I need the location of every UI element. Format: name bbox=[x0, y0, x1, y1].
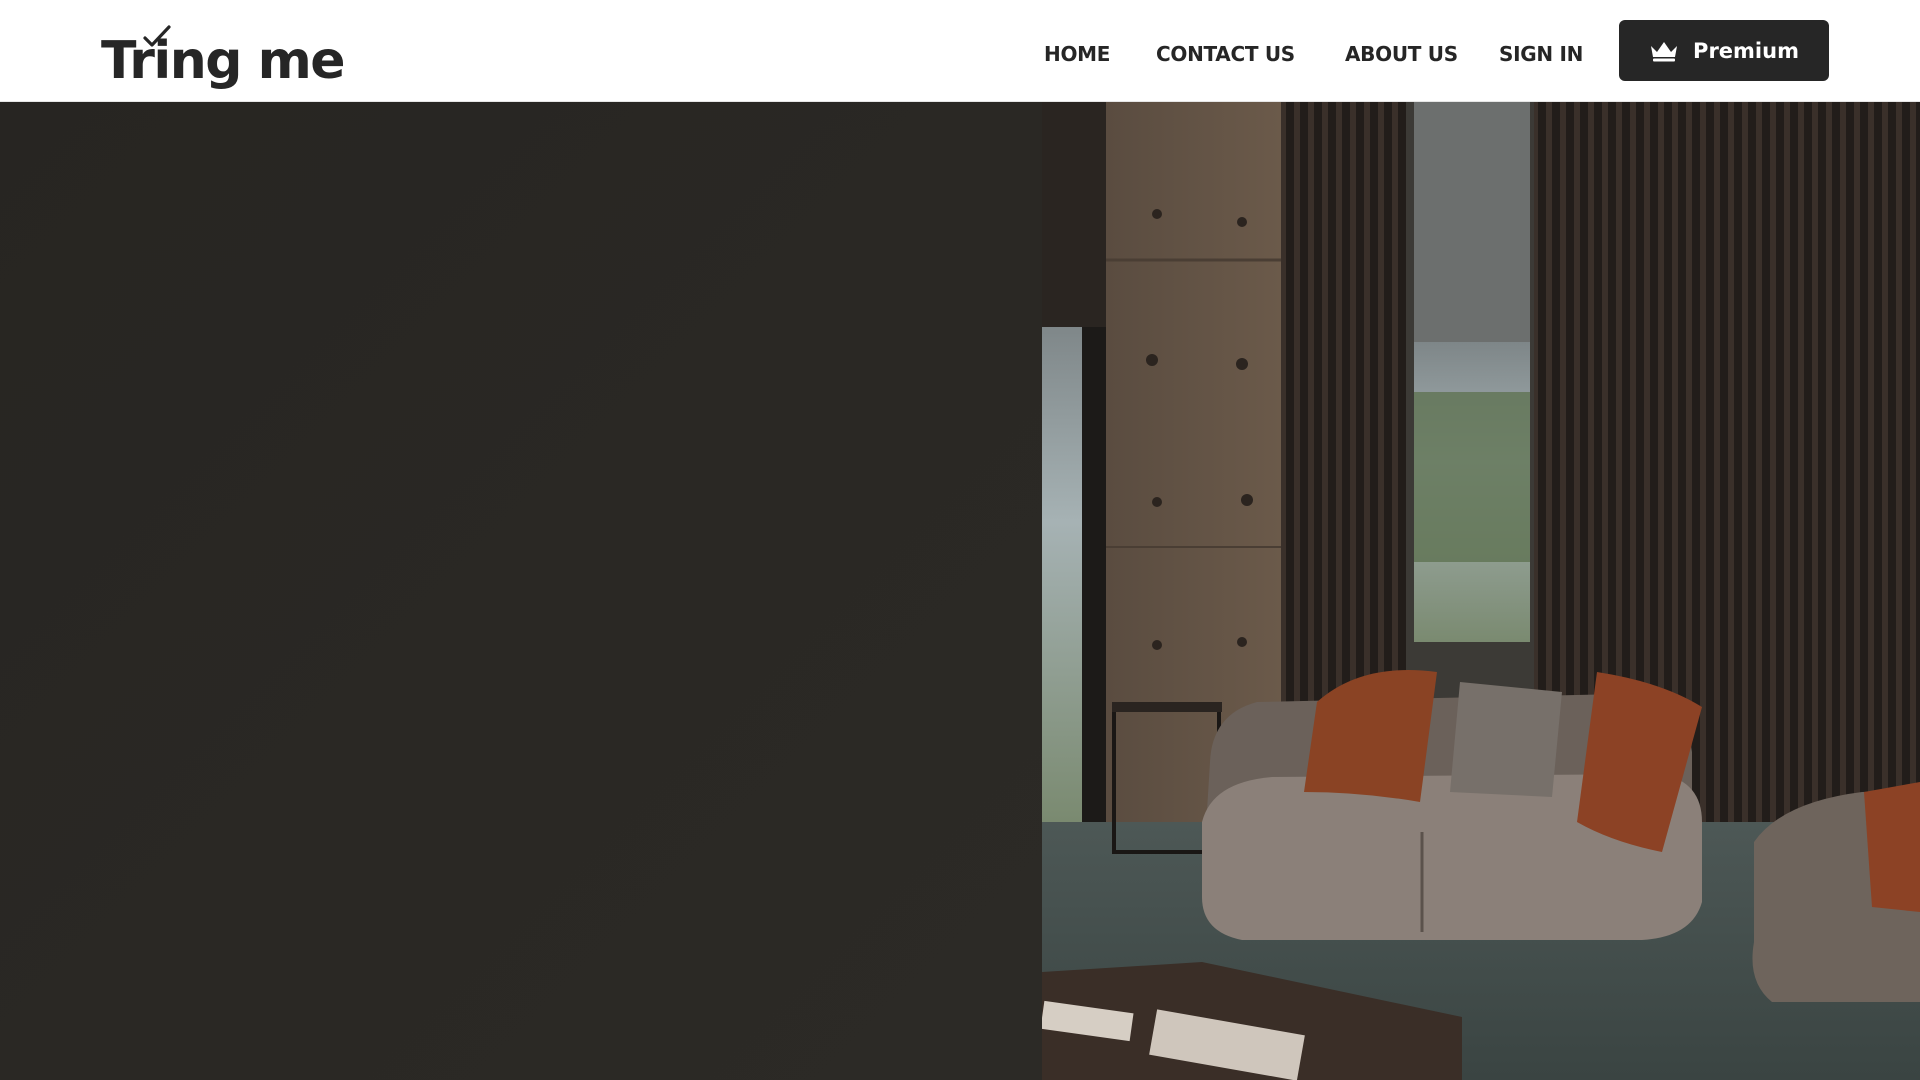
nav-about-us[interactable]: ABOUT US bbox=[1345, 42, 1458, 66]
premium-button[interactable]: Premium bbox=[1619, 20, 1829, 81]
nav-contact-us[interactable]: CONTACT US bbox=[1156, 42, 1295, 66]
lounge-interior-photo bbox=[1042, 102, 1920, 1080]
premium-label: Premium bbox=[1693, 38, 1799, 63]
lounge-illustration bbox=[1042, 102, 1920, 1080]
site-header: Tring me HOME CONTACT US ABOUT US SIGN I… bbox=[0, 0, 1920, 102]
hero-dark-panel bbox=[0, 102, 1042, 1080]
crown-icon bbox=[1651, 41, 1678, 61]
brand-name: Tring me bbox=[101, 31, 346, 91]
nav-sign-in[interactable]: SIGN IN bbox=[1499, 42, 1583, 66]
brand-logo[interactable]: Tring me bbox=[101, 20, 346, 91]
nav-home[interactable]: HOME bbox=[1044, 42, 1110, 66]
